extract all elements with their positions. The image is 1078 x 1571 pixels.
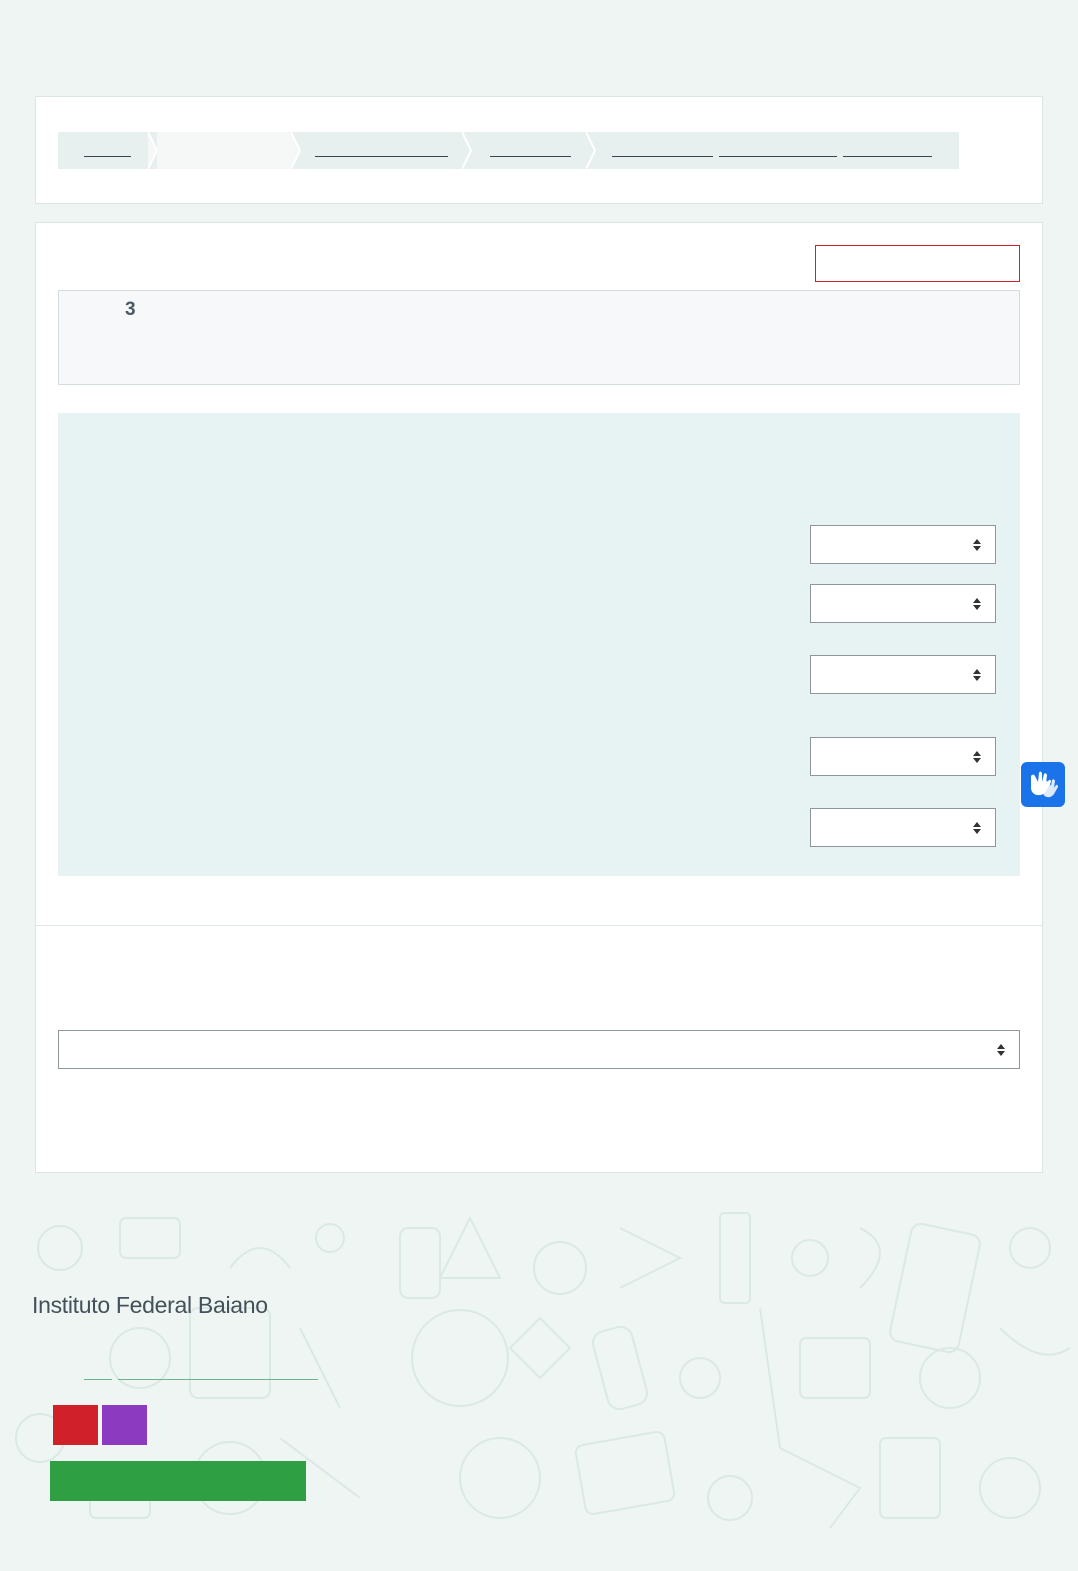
- breadcrumb-item-course[interactable]: [302, 132, 462, 169]
- up-down-caret-icon: [973, 597, 981, 610]
- select-dropdown-5[interactable]: [810, 808, 996, 847]
- red-swatch-button[interactable]: [53, 1405, 98, 1445]
- footer-institution-name: Instituto Federal Baiano: [32, 1292, 268, 1318]
- up-down-caret-icon: [973, 821, 981, 834]
- info-number: 3: [125, 299, 136, 320]
- up-down-caret-icon: [997, 1043, 1005, 1056]
- sign-language-hands-icon: [1031, 771, 1058, 798]
- section-divider: [36, 925, 1042, 926]
- red-outline-button[interactable]: [815, 245, 1020, 282]
- breadcrumb-item-section[interactable]: [474, 132, 586, 169]
- accessibility-button[interactable]: [1021, 762, 1065, 807]
- footer: Instituto Federal Baiano: [0, 1208, 1078, 1554]
- green-banner-button[interactable]: [50, 1461, 306, 1501]
- up-down-caret-icon: [973, 538, 981, 551]
- purple-swatch-button[interactable]: [102, 1405, 147, 1445]
- up-down-caret-icon: [973, 750, 981, 763]
- select-dropdown-3[interactable]: [810, 655, 996, 694]
- select-dropdown-2[interactable]: [810, 584, 996, 623]
- breadcrumb-item-current: [157, 132, 291, 169]
- breadcrumb: [58, 132, 959, 169]
- breadcrumb-item-activity[interactable]: [598, 132, 959, 169]
- settings-panel: [58, 413, 1020, 876]
- main-content-card: 3: [35, 222, 1043, 1173]
- select-dropdown-4[interactable]: [810, 737, 996, 776]
- doodle-background-pattern: [15, 1212, 1071, 1529]
- footer-link-short[interactable]: [84, 1379, 112, 1380]
- breadcrumb-item-home[interactable]: [58, 132, 148, 169]
- up-down-caret-icon: [973, 668, 981, 681]
- select-dropdown-wide[interactable]: [58, 1030, 1020, 1069]
- breadcrumb-card: [35, 96, 1043, 204]
- info-box: 3: [58, 290, 1020, 385]
- select-dropdown-1[interactable]: [810, 525, 996, 564]
- footer-link-long[interactable]: [118, 1379, 318, 1380]
